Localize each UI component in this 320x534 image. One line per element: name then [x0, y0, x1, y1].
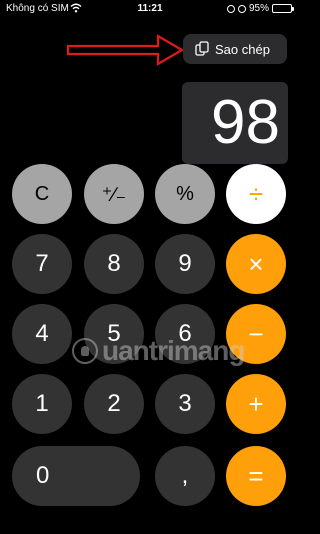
plus-button[interactable]: + [226, 374, 286, 434]
digit-0-button[interactable]: 0 [12, 446, 140, 506]
battery-icon [272, 4, 294, 13]
orientation-lock-icon [226, 4, 235, 13]
digit-8-button[interactable]: 8 [84, 234, 144, 294]
equals-button[interactable]: = [226, 446, 286, 506]
digit-3-button[interactable]: 3 [155, 374, 215, 434]
digit-4-button[interactable]: 4 [12, 304, 72, 364]
status-bar: Không có SIM 11:21 95% [0, 0, 300, 18]
lightbulb-logo-icon [72, 338, 98, 364]
display-panel[interactable]: 98 [182, 82, 288, 164]
watermark-text: uantrimang [102, 335, 245, 366]
decimal-button[interactable]: , [155, 446, 215, 506]
alarm-icon [237, 4, 246, 13]
divide-button[interactable]: ÷ [226, 164, 286, 224]
digit-9-button[interactable]: 9 [155, 234, 215, 294]
battery-percent: 95% [248, 3, 269, 14]
status-right-group: 95% [226, 3, 294, 14]
copy-icon [195, 41, 209, 56]
red-arrow-annotation [66, 34, 185, 66]
watermark: uantrimang [72, 335, 245, 367]
multiply-button[interactable]: × [226, 234, 286, 294]
digit-7-button[interactable]: 7 [12, 234, 72, 294]
percent-button[interactable]: % [155, 164, 215, 224]
digit-2-button[interactable]: 2 [84, 374, 144, 434]
display-value: 98 [211, 88, 280, 157]
copy-label: Sao chép [215, 41, 270, 57]
clear-button[interactable]: C [12, 164, 72, 224]
copy-popup-button[interactable]: Sao chép [183, 34, 287, 64]
plus-minus-button[interactable]: ⁺∕₋ [84, 164, 144, 224]
digit-1-button[interactable]: 1 [12, 374, 72, 434]
